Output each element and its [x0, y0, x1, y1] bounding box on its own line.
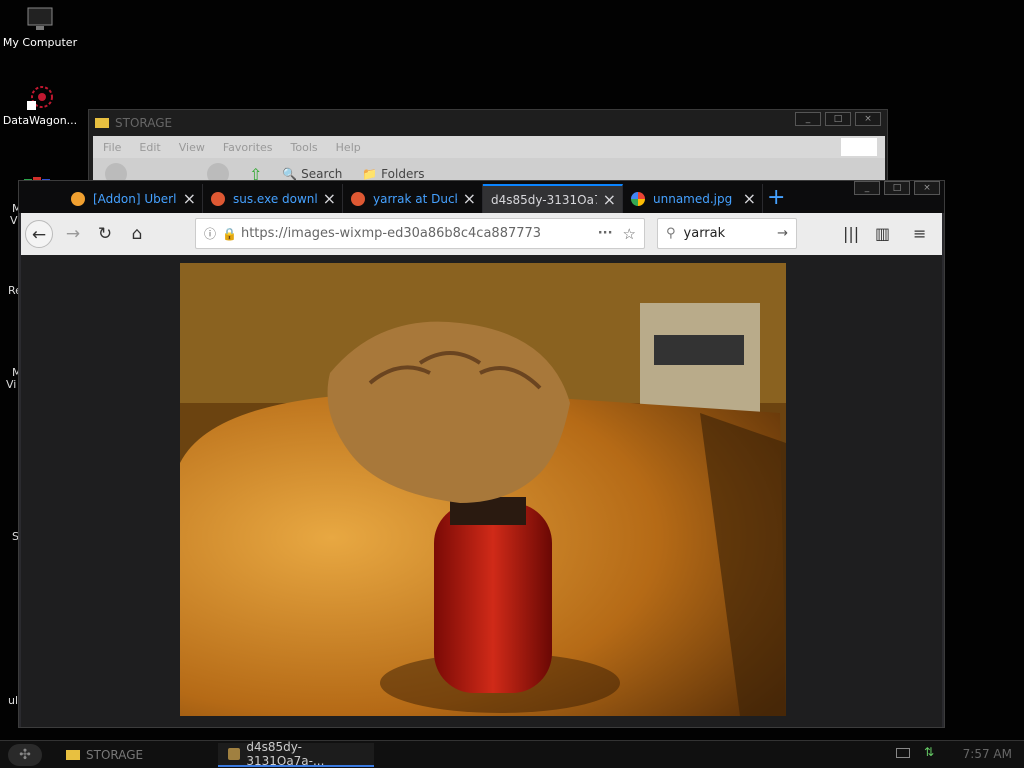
taskbar-item-storage[interactable]: STORAGE [56, 743, 212, 767]
home-icon[interactable]: ⌂ [123, 220, 151, 248]
sidebar-icon[interactable]: ▥ [875, 224, 890, 243]
maximize-button[interactable]: □ [825, 112, 851, 126]
menu-favorites[interactable]: Favorites [223, 141, 273, 154]
storage-title: STORAGE [115, 116, 173, 130]
tab-close-icon[interactable]: × [463, 189, 476, 208]
windows-logo-icon [841, 138, 877, 156]
menu-help[interactable]: Help [336, 141, 361, 154]
network-tray-icon[interactable]: ⇅ [924, 745, 946, 763]
desktop: My Computer DataWagon... M Vi Re M Vi S … [0, 0, 1024, 740]
tab-close-icon[interactable]: × [183, 189, 196, 208]
hamburger-menu-icon[interactable]: ≡ [913, 224, 926, 243]
info-icon[interactable]: ⓘ [204, 225, 216, 242]
desktop-icon-label: My Computer [2, 36, 78, 49]
reload-icon[interactable]: ↻ [91, 220, 119, 248]
tab-strip: [Addon] Uberl × sus.exe downl × yarrak a… [19, 181, 944, 213]
new-tab-button[interactable]: + [767, 185, 785, 210]
image-viewer-photo[interactable] [180, 263, 786, 716]
tab-title: [Addon] Uberl [93, 191, 177, 206]
storage-window-controls: _ □ × [795, 112, 881, 126]
url-bar[interactable]: ⓘ 🔒 https://images-wixmp-ed30a86b8c4ca88… [195, 218, 645, 249]
tab-close-icon[interactable]: × [603, 190, 616, 209]
keyboard-icon[interactable] [896, 748, 910, 758]
search-icon: ⚲ [666, 226, 676, 241]
search-input[interactable]: yarrak [684, 226, 770, 241]
menu-file[interactable]: File [103, 141, 121, 154]
folders-button[interactable]: 📁 Folders [362, 167, 424, 181]
search-button[interactable]: 🔍 Search [282, 167, 342, 181]
storage-window[interactable]: STORAGE _ □ × File Edit View Favorites T… [88, 109, 888, 190]
menu-edit[interactable]: Edit [139, 141, 160, 154]
desktop-partial-label: ul [8, 694, 19, 707]
forward-arrow-icon[interactable]: → [59, 220, 87, 248]
browser-window-controls: _ □ × [854, 181, 940, 195]
back-arrow-icon[interactable]: ← [25, 220, 53, 248]
taskbar-item-browser[interactable]: d4s85dy-3131Oa7a-... [218, 740, 374, 768]
menu-tools[interactable]: Tools [291, 141, 318, 154]
datawagon-icon [25, 84, 55, 110]
desktop-icon-datawagon[interactable]: DataWagon... [0, 84, 80, 127]
desktop-icon-my-computer[interactable]: My Computer [0, 6, 80, 49]
storage-titlebar[interactable]: STORAGE [89, 110, 887, 136]
browser-window[interactable]: [Addon] Uberl × sus.exe downl × yarrak a… [18, 180, 945, 728]
taskbar: ✣ STORAGE d4s85dy-3131Oa7a-... ⇅ 7:57 AM [0, 740, 1024, 768]
tab-title: unnamed.jpg ( [653, 191, 737, 206]
taskbar-item-label: d4s85dy-3131Oa7a-... [246, 740, 325, 768]
tab-sus-exe[interactable]: sus.exe downl × [203, 184, 343, 213]
tab-favicon-icon [71, 191, 85, 206]
tab-title: sus.exe downl [233, 191, 317, 206]
url-text[interactable]: https://images-wixmp-ed30a86b8c4ca887773 [241, 226, 588, 241]
clock[interactable]: 7:57 AM [963, 747, 1012, 761]
minimize-button[interactable]: _ [795, 112, 821, 126]
tab-title: d4s85dy-3131Oa7 [491, 192, 597, 207]
start-menu-icon[interactable]: ✣ [8, 744, 42, 766]
monitor-icon [25, 6, 55, 32]
tab-title: yarrak at Duck [373, 191, 457, 206]
search-bar[interactable]: ⚲ yarrak → [657, 218, 797, 249]
storage-menubar: File Edit View Favorites Tools Help [93, 136, 885, 158]
close-button[interactable]: × [855, 112, 881, 126]
tab-close-icon[interactable]: × [323, 189, 336, 208]
tab-close-icon[interactable]: × [743, 189, 756, 208]
folder-icon [66, 750, 80, 760]
google-photos-icon [631, 191, 645, 206]
page-content [21, 255, 942, 727]
minimize-button[interactable]: _ [854, 181, 880, 195]
maximize-button[interactable]: □ [884, 181, 910, 195]
desktop-partial-label: Vi [6, 378, 17, 391]
page-actions-icon[interactable]: ··· [598, 226, 613, 241]
taskbar-item-label: STORAGE [86, 748, 144, 762]
tab-active-image[interactable]: d4s85dy-3131Oa7 × [483, 184, 623, 213]
tab-addon[interactable]: [Addon] Uberl × [63, 184, 203, 213]
menu-view[interactable]: View [179, 141, 205, 154]
desktop-icon-label: DataWagon... [2, 114, 78, 127]
folder-icon [95, 118, 109, 128]
library-icon[interactable]: ||| [843, 224, 859, 243]
duckduckgo-icon [351, 191, 365, 206]
tab-unnamed-jpg[interactable]: unnamed.jpg ( × [623, 184, 763, 213]
browser-app-icon [228, 748, 241, 760]
tab-yarrak[interactable]: yarrak at Duck × [343, 184, 483, 213]
lock-warning-icon[interactable]: 🔒 [222, 227, 237, 241]
duckduckgo-icon [211, 191, 225, 206]
close-button[interactable]: × [914, 181, 940, 195]
navigation-bar: ← → ↻ ⌂ ⓘ 🔒 https://images-wixmp-ed30a86… [21, 213, 942, 255]
bookmark-star-icon[interactable]: ☆ [623, 225, 636, 243]
search-go-arrow-icon[interactable]: → [777, 226, 788, 241]
